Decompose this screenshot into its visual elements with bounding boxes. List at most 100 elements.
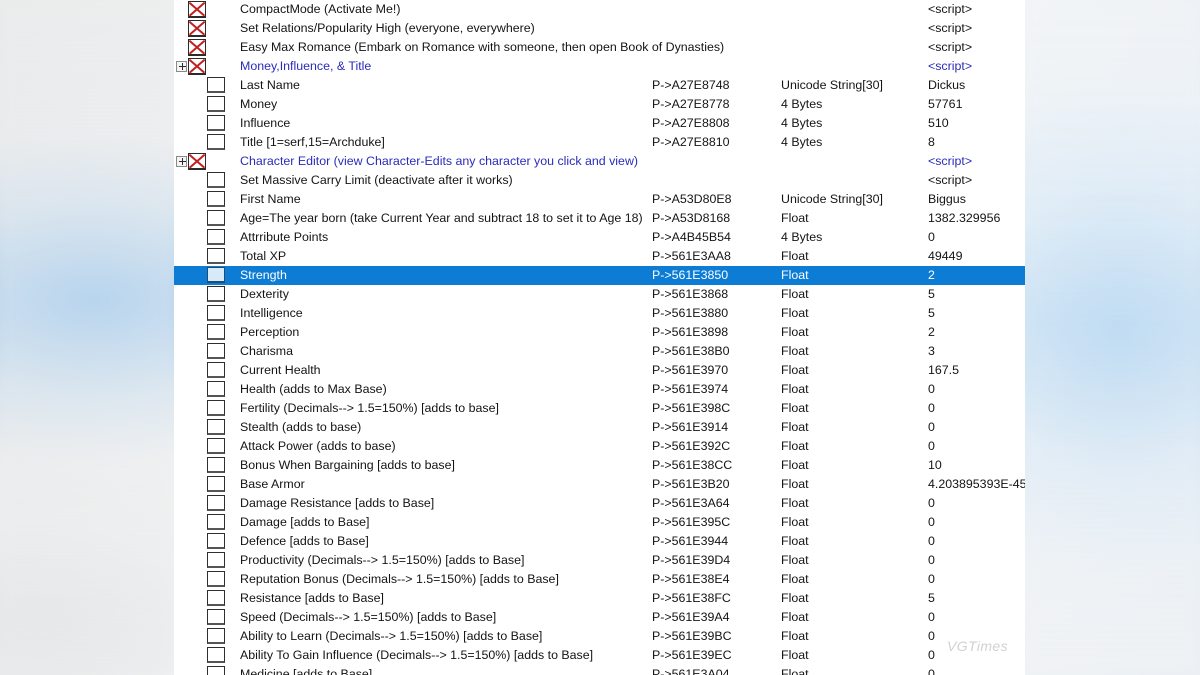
table-row[interactable]: Attack Power (adds to base) P->561E392C Fl… [174, 437, 1025, 456]
table-row[interactable]: Easy Max Romance (Embark on Romance with… [174, 38, 1025, 57]
table-row[interactable]: Stealth (adds to base) P->561E3914 Float 0 [174, 418, 1025, 437]
enable-checkbox[interactable] [207, 438, 225, 454]
table-row[interactable]: First Name P->A53D80E8 Unicode String[30] B… [174, 190, 1025, 209]
table-row[interactable]: Productivity (Decimals--> 1.5=150%) [add… [174, 551, 1025, 570]
enable-checkbox[interactable] [207, 571, 225, 587]
table-row[interactable]: Ability To Gain Influence (Decimals--> 1… [174, 646, 1025, 665]
row-description: Reputation Bonus (Decimals--> 1.5=150%) … [240, 572, 559, 586]
table-row[interactable]: Charisma P->561E38B0 Float 3 [174, 342, 1025, 361]
row-type: Float [781, 363, 809, 377]
table-row[interactable]: Attrribute Points P->A4B45B54 4 Bytes 0 [174, 228, 1025, 247]
row-type: Float [781, 553, 809, 567]
table-row[interactable]: Set Massive Carry Limit (deactivate afte… [174, 171, 1025, 190]
enable-checkbox[interactable] [207, 495, 225, 511]
row-address: P->A53D80E8 [652, 192, 732, 206]
row-value: 3 [928, 344, 935, 358]
row-description: Health (adds to Max Base) [240, 382, 387, 396]
cheat-table-panel[interactable]: CompactMode (Activate Me!) <script> Set Re… [174, 0, 1025, 675]
enable-checkbox[interactable] [207, 362, 225, 378]
row-description: First Name [240, 192, 301, 206]
table-row[interactable]: Bonus When Bargaining [adds to base] P->5… [174, 456, 1025, 475]
backdrop-left-band [0, 0, 174, 675]
table-row[interactable]: Current Health P->561E3970 Float 167.5 [174, 361, 1025, 380]
row-address: P->561E398C [652, 401, 731, 415]
enable-checkbox[interactable] [207, 267, 225, 283]
row-description: Total XP [240, 249, 287, 263]
active-checkbox[interactable] [188, 39, 206, 56]
enable-checkbox[interactable] [207, 666, 225, 675]
table-row[interactable]: Perception P->561E3898 Float 2 [174, 323, 1025, 342]
enable-checkbox[interactable] [207, 305, 225, 321]
enable-checkbox[interactable] [207, 609, 225, 625]
enable-checkbox[interactable] [207, 115, 225, 131]
row-value: 0 [928, 572, 935, 586]
cheat-table-rows[interactable]: CompactMode (Activate Me!) <script> Set Re… [174, 0, 1025, 675]
table-row[interactable]: CompactMode (Activate Me!) <script> [174, 0, 1025, 19]
table-row[interactable]: Total XP P->561E3AA8 Float 49449 [174, 247, 1025, 266]
enable-checkbox[interactable] [207, 476, 225, 492]
enable-checkbox[interactable] [207, 96, 225, 112]
enable-checkbox[interactable] [207, 590, 225, 606]
table-row[interactable]: Resistance [adds to Base] P->561E38FC Floa… [174, 589, 1025, 608]
expand-plus-icon[interactable] [176, 61, 187, 72]
enable-checkbox[interactable] [207, 134, 225, 150]
enable-checkbox[interactable] [207, 77, 225, 93]
table-row[interactable]: Money,Influence, & Title <script> [174, 57, 1025, 76]
table-row[interactable]: Speed (Decimals--> 1.5=150%) [adds to Ba… [174, 608, 1025, 627]
table-row[interactable]: Money P->A27E8778 4 Bytes 57761 [174, 95, 1025, 114]
expand-plus-icon[interactable] [176, 156, 187, 167]
active-checkbox[interactable] [188, 20, 206, 37]
row-type: Unicode String[30] [781, 78, 883, 92]
enable-checkbox[interactable] [207, 210, 225, 226]
row-description: Dexterity [240, 287, 289, 301]
table-row[interactable]: Damage Resistance [adds to Base] P->561E3… [174, 494, 1025, 513]
row-description: Easy Max Romance (Embark on Romance with… [240, 40, 725, 54]
row-type: Float [781, 382, 809, 396]
active-checkbox[interactable] [188, 153, 206, 170]
enable-checkbox[interactable] [207, 647, 225, 663]
enable-checkbox[interactable] [207, 248, 225, 264]
enable-checkbox[interactable] [207, 552, 225, 568]
row-type: Float [781, 667, 809, 675]
enable-checkbox[interactable] [207, 286, 225, 302]
table-row[interactable]: Age=The year born (take Current Year and… [174, 209, 1025, 228]
enable-checkbox[interactable] [207, 514, 225, 530]
table-row[interactable]: Base Armor P->561E3B20 Float 4.203895393E-4… [174, 475, 1025, 494]
row-type: Float [781, 287, 809, 301]
row-type: Unicode String[30] [781, 192, 883, 206]
table-row[interactable]: Influence P->A27E8808 4 Bytes 510 [174, 114, 1025, 133]
table-row[interactable]: Damage [adds to Base] P->561E395C Float 0 [174, 513, 1025, 532]
row-type: Float [781, 249, 809, 263]
table-row[interactable]: Ability to Learn (Decimals--> 1.5=150%) … [174, 627, 1025, 646]
enable-checkbox[interactable] [207, 457, 225, 473]
enable-checkbox[interactable] [207, 381, 225, 397]
enable-checkbox[interactable] [207, 172, 225, 188]
enable-checkbox[interactable] [207, 628, 225, 644]
table-row[interactable]: Medicine [adds to Base] P->561E3A04 Float 0 [174, 665, 1025, 675]
row-value: 0 [928, 382, 935, 396]
table-row[interactable]: Dexterity P->561E3868 Float 5 [174, 285, 1025, 304]
enable-checkbox[interactable] [207, 324, 225, 340]
active-checkbox[interactable] [188, 1, 206, 18]
enable-checkbox[interactable] [207, 191, 225, 207]
table-row[interactable]: Title [1=serf,15=Archduke] P->A27E8810 4 B… [174, 133, 1025, 152]
table-row[interactable]: Intelligence P->561E3880 Float 5 [174, 304, 1025, 323]
table-row[interactable]: Fertility (Decimals--> 1.5=150%) [adds t… [174, 399, 1025, 418]
row-value: 49449 [928, 249, 963, 263]
row-description: Defence [adds to Base] [240, 534, 369, 548]
enable-checkbox[interactable] [207, 229, 225, 245]
table-row[interactable]: Last Name P->A27E8748 Unicode String[30] Di… [174, 76, 1025, 95]
enable-checkbox[interactable] [207, 343, 225, 359]
enable-checkbox[interactable] [207, 533, 225, 549]
table-row[interactable]: Character Editor (view Character-Edits a… [174, 152, 1025, 171]
enable-checkbox[interactable] [207, 419, 225, 435]
enable-checkbox[interactable] [207, 400, 225, 416]
row-type: Float [781, 211, 809, 225]
table-row[interactable]: Defence [adds to Base] P->561E3944 Float 0 [174, 532, 1025, 551]
table-row[interactable]: Reputation Bonus (Decimals--> 1.5=150%) … [174, 570, 1025, 589]
row-value: <script> [928, 21, 973, 35]
table-row[interactable]: Strength P->561E3850 Float 2 [174, 266, 1025, 285]
active-checkbox[interactable] [188, 58, 206, 75]
table-row[interactable]: Set Relations/Popularity High (everyone,… [174, 19, 1025, 38]
table-row[interactable]: Health (adds to Max Base) P->561E3974 Floa… [174, 380, 1025, 399]
